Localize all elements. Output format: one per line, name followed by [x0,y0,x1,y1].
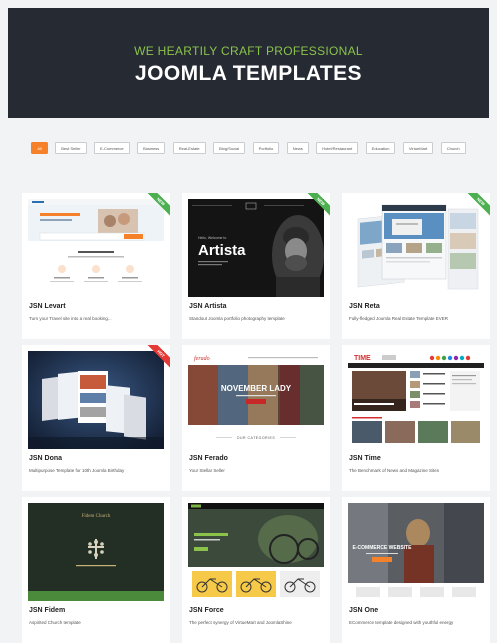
template-description: ECommerce template designed with youthfu… [349,620,454,625]
filter-business[interactable]: Business [137,142,166,154]
ferado-section-text: OUR CATEGORIES [237,436,276,440]
hero-title: JOOMLA TEMPLATES [135,62,362,85]
hero-subtitle: WE HEARTILY CRAFT PROFESSIONAL [134,44,363,58]
template-card-force[interactable]: JSN Force The perfect synergy of VirtueM… [182,497,330,643]
fidem-logo-text: Fidem Church [82,514,111,519]
template-description: Turn your Travel site into a real bookin… [29,316,112,321]
hot-badge: HOT [144,345,170,371]
artista-hello-text: Hello, Welcome to [198,236,226,240]
new-badge: NEW [304,193,330,219]
template-card-one[interactable]: E-COMMERCE WEBSITE JSN One ECommerce tem… [342,497,490,643]
filter-virtuemart[interactable]: VirtueMart [402,142,434,154]
template-title[interactable]: JSN Time [349,455,381,462]
template-description: Multipurpose Template for 10th Joomla Bi… [29,468,125,473]
filter-e-commerce[interactable]: E-Commerce [94,142,130,154]
time-logo-text: TIME [354,355,371,362]
template-description: Fully-fledged Joomla Real Estate Templat… [349,316,448,321]
template-card-reta[interactable]: NEW JSN Reta Fully-fledged Joomla Real E… [342,193,490,339]
template-thumbnail[interactable]: ferado NOVEMBER LADY OUR CATEGORIES [188,351,324,449]
template-description: Aspirited Church template [29,620,81,625]
template-title[interactable]: JSN Levart [29,303,66,310]
template-description: The Benchmark of News and Magazine Sites [349,468,440,473]
filter-all[interactable]: All [31,142,48,154]
ferado-banner-text: NOVEMBER LADY [221,384,292,393]
filter-portfolio[interactable]: Portfolio [252,142,280,154]
template-card-time[interactable]: TIME JSN Time The Benchmark of News and … [342,345,490,491]
template-card-ferado[interactable]: ferado NOVEMBER LADY OUR CATEGORIES JSN … [182,345,330,491]
template-title[interactable]: JSN Fidem [29,607,65,614]
filter-blog-social[interactable]: Blog/Social [213,142,246,154]
filter-news[interactable]: News [286,142,309,154]
filter-real-estate[interactable]: Real-Estate [172,142,206,154]
one-banner-text: E-COMMERCE WEBSITE [353,545,413,551]
filter-church[interactable]: Church [440,142,466,154]
template-title[interactable]: JSN Dona [29,455,62,462]
template-title[interactable]: JSN One [349,607,378,614]
new-badge: NEW [464,193,490,219]
template-title[interactable]: JSN Ferado [189,455,228,462]
ferado-logo-text: ferado [194,355,210,362]
filter-best-seller[interactable]: Best Seller [55,142,87,154]
template-title[interactable]: JSN Reta [349,303,380,310]
template-description: Standout Joomla portfolio photography te… [189,316,285,321]
category-filter-bar: All Best Seller E-Commerce Business Real… [10,142,487,161]
template-card-fidem[interactable]: Fidem Church JSN Fidem Aspirited Church … [22,497,170,643]
new-badge: NEW [144,193,170,219]
filter-hotel-restaurant[interactable]: Hotel/Restaurant [316,142,359,154]
template-card-levart[interactable]: NEW JSN Levart Turn your Travel site int… [22,193,170,339]
template-thumbnail[interactable]: TIME [348,351,484,449]
template-title[interactable]: JSN Force [189,607,224,614]
template-thumbnail[interactable] [188,503,324,601]
template-description: Your Stellar Seller [189,468,225,473]
artista-name-text: Artista [198,242,246,259]
template-thumbnail[interactable]: E-COMMERCE WEBSITE [348,503,484,601]
template-thumbnail[interactable]: Fidem Church [28,503,164,601]
hero-banner: WE HEARTILY CRAFT PROFESSIONAL JOOMLA TE… [8,8,489,118]
template-card-dona[interactable]: HOT JSN Dona Multipurpose Template for 1… [22,345,170,491]
template-description: The perfect synergy of VirtueMart and Jo… [189,620,292,625]
filter-education[interactable]: Education [365,142,396,154]
template-title[interactable]: JSN Artista [189,303,226,310]
template-card-artista[interactable]: Hello, Welcome to Artista NEW JSN Artist… [182,193,330,339]
